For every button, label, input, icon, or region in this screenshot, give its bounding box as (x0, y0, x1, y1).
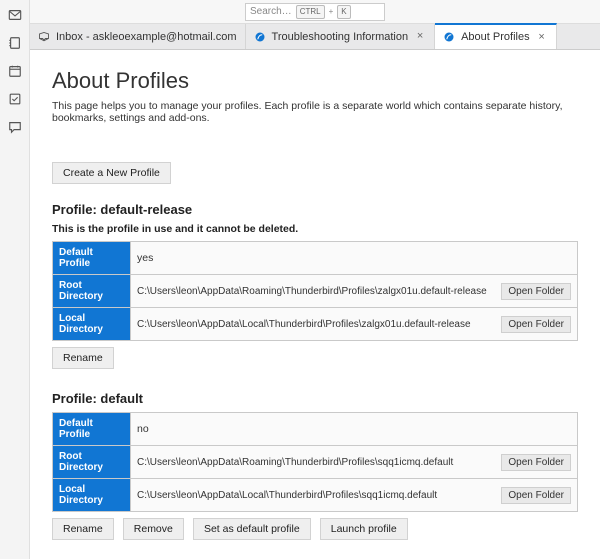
page-intro: This page helps you to manage your profi… (52, 100, 578, 124)
tab-inbox[interactable]: Inbox - askleoexample@hotmail.com (30, 24, 246, 49)
tab-label: Troubleshooting Information (272, 31, 409, 43)
kbd-hint: K (337, 5, 350, 19)
th-default-profile: Default Profile (53, 413, 131, 446)
search-placeholder-text: Search… (250, 6, 292, 17)
td-local-directory: C:\Users\leon\AppData\Local\Thunderbird\… (131, 479, 578, 512)
profile-heading: Profile: default-release (52, 202, 578, 217)
app-icon (443, 31, 455, 43)
td-default-value: yes (131, 242, 578, 275)
th-local-directory: Local Directory (53, 479, 131, 512)
tab-troubleshooting[interactable]: Troubleshooting Information × (246, 24, 436, 49)
td-local-directory: C:\Users\leon\AppData\Local\Thunderbird\… (131, 308, 578, 341)
profile-heading: Profile: default (52, 391, 578, 406)
profile-table: Default Profile no Root Directory C:\Use… (52, 412, 578, 512)
close-icon[interactable]: × (536, 31, 548, 43)
kbd-hint: CTRL (296, 5, 325, 19)
profile-note: This is the profile in use and it cannot… (52, 223, 578, 235)
tab-strip: Inbox - askleoexample@hotmail.com Troubl… (30, 24, 600, 50)
open-folder-button[interactable]: Open Folder (501, 283, 571, 300)
page-title: About Profiles (52, 68, 578, 94)
top-toolbar: Search… CTRL + K (30, 0, 600, 24)
remove-button[interactable]: Remove (123, 518, 184, 540)
th-root-directory: Root Directory (53, 275, 131, 308)
vertical-toolbar (0, 0, 30, 559)
create-profile-button[interactable]: Create a New Profile (52, 162, 171, 184)
set-default-button[interactable]: Set as default profile (193, 518, 311, 540)
tab-about-profiles[interactable]: About Profiles × (435, 23, 556, 49)
inbox-icon (38, 31, 50, 43)
profile-table: Default Profile yes Root Directory C:\Us… (52, 241, 578, 341)
rename-button[interactable]: Rename (52, 347, 114, 369)
open-folder-button[interactable]: Open Folder (501, 316, 571, 333)
page-content: About Profiles This page helps you to ma… (30, 50, 600, 559)
td-default-value: no (131, 413, 578, 446)
open-folder-button[interactable]: Open Folder (501, 487, 571, 504)
calendar-icon[interactable] (6, 62, 24, 80)
app-icon (254, 31, 266, 43)
local-path: C:\Users\leon\AppData\Local\Thunderbird\… (137, 319, 495, 330)
open-folder-button[interactable]: Open Folder (501, 454, 571, 471)
th-local-directory: Local Directory (53, 308, 131, 341)
root-path: C:\Users\leon\AppData\Roaming\Thunderbir… (137, 457, 495, 468)
chat-icon[interactable] (6, 118, 24, 136)
tab-label: Inbox - askleoexample@hotmail.com (56, 31, 237, 43)
mail-icon[interactable] (6, 6, 24, 24)
launch-profile-button[interactable]: Launch profile (320, 518, 408, 540)
tab-label: About Profiles (461, 31, 529, 43)
local-path: C:\Users\leon\AppData\Local\Thunderbird\… (137, 490, 495, 501)
th-root-directory: Root Directory (53, 446, 131, 479)
address-book-icon[interactable] (6, 34, 24, 52)
global-search-input[interactable]: Search… CTRL + K (245, 3, 385, 21)
kbd-plus: + (329, 7, 334, 16)
root-path: C:\Users\leon\AppData\Roaming\Thunderbir… (137, 286, 495, 297)
close-icon[interactable]: × (414, 31, 426, 43)
tasks-icon[interactable] (6, 90, 24, 108)
td-root-directory: C:\Users\leon\AppData\Roaming\Thunderbir… (131, 446, 578, 479)
td-root-directory: C:\Users\leon\AppData\Roaming\Thunderbir… (131, 275, 578, 308)
th-default-profile: Default Profile (53, 242, 131, 275)
rename-button[interactable]: Rename (52, 518, 114, 540)
